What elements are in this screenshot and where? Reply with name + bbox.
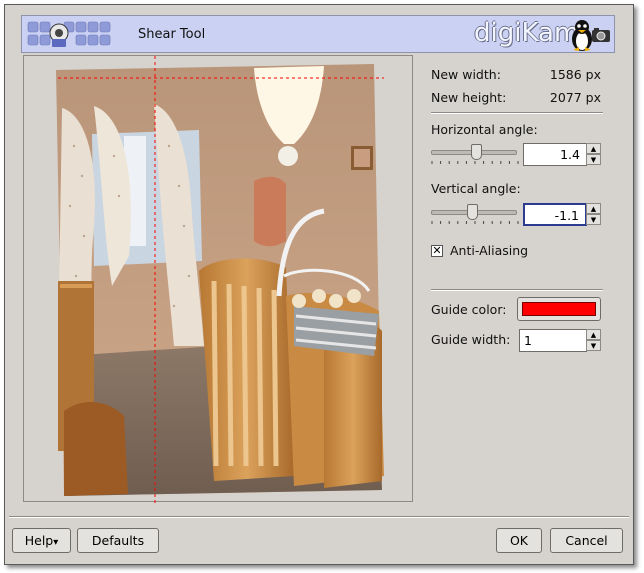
image-preview[interactable]	[23, 55, 414, 503]
ok-button[interactable]: OK	[496, 528, 542, 553]
vertical-angle-slider[interactable]	[431, 204, 519, 226]
penguin-camera-icon	[572, 20, 610, 51]
spin-up-icon[interactable]: ▲	[586, 203, 601, 214]
spin-up-icon[interactable]: ▲	[586, 143, 601, 154]
new-height-value: 2077 px	[549, 90, 601, 105]
horizontal-angle-spin[interactable]: ▲ ▼	[586, 143, 601, 166]
vertical-angle-spin[interactable]: ▲ ▼	[586, 203, 601, 226]
slider-handle[interactable]	[471, 144, 482, 160]
horizontal-angle-label: Horizontal angle:	[431, 122, 538, 137]
new-width-label: New width:	[431, 67, 501, 82]
horizontal-angle-slider[interactable]	[431, 144, 519, 166]
cancel-button[interactable]: Cancel	[550, 528, 623, 553]
tool-title: Shear Tool	[138, 27, 206, 42]
anti-aliasing-label[interactable]: Anti-Aliasing	[450, 243, 528, 258]
separator	[431, 289, 603, 291]
digikam-logo-text: digiKam	[474, 18, 580, 48]
chevron-down-icon: ▾	[53, 537, 59, 548]
anti-aliasing-checkbox[interactable]: ✕	[431, 245, 443, 257]
guide-width-input[interactable]: 1	[519, 329, 587, 352]
help-button[interactable]: Help▾	[12, 528, 71, 553]
guide-color-button[interactable]	[517, 297, 601, 321]
defaults-button[interactable]: Defaults	[77, 528, 159, 553]
spin-down-icon[interactable]: ▼	[586, 214, 601, 225]
header-banner: Shear Tool digiKam	[21, 15, 615, 53]
horizontal-angle-input[interactable]: 1.4	[523, 143, 587, 166]
plugin-grid-icon	[27, 21, 111, 47]
guide-width-label: Guide width:	[431, 332, 511, 347]
guide-color-label: Guide color:	[431, 302, 507, 317]
new-width-value: 1586 px	[549, 67, 601, 82]
separator	[9, 516, 629, 518]
slider-handle[interactable]	[467, 204, 478, 220]
shear-tool-dialog: Shear Tool digiKam New width: 1586 px Ne…	[4, 4, 634, 565]
new-height-label: New height:	[431, 90, 507, 105]
spin-down-icon[interactable]: ▼	[586, 340, 601, 351]
vertical-angle-label: Vertical angle:	[431, 181, 521, 196]
preview-canvas[interactable]	[24, 56, 414, 503]
separator	[431, 112, 603, 114]
spin-down-icon[interactable]: ▼	[586, 154, 601, 165]
guide-color-swatch	[522, 302, 596, 316]
guide-width-spin[interactable]: ▲ ▼	[586, 329, 601, 352]
spin-up-icon[interactable]: ▲	[586, 329, 601, 340]
vertical-angle-input[interactable]: -1.1	[523, 203, 587, 226]
photo	[56, 64, 384, 496]
